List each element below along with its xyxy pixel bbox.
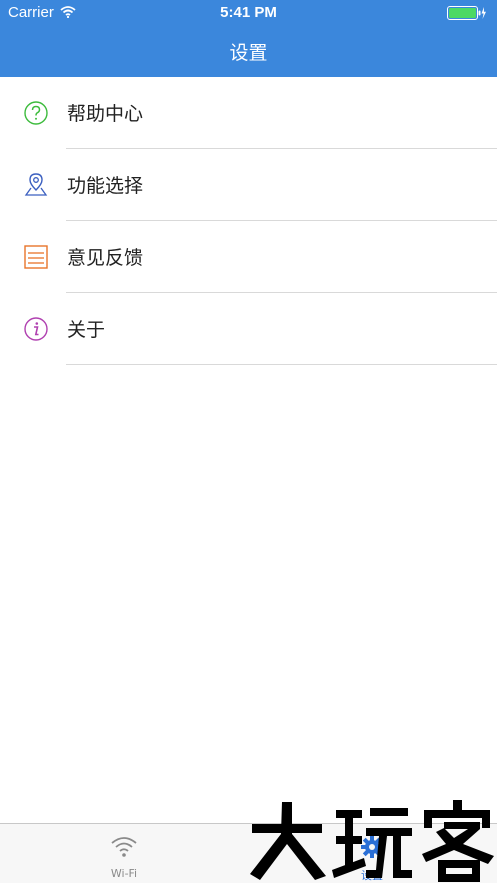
status-bar: Carrier 5:41 PM (0, 0, 497, 26)
menu-item-label: 意见反馈 (67, 247, 144, 269)
menu-item-about[interactable]: 关于 (0, 293, 497, 365)
info-icon (22, 315, 50, 343)
menu-item-label: 功能选择 (67, 175, 144, 197)
clock: 5:41 PM (220, 4, 277, 21)
tab-wifi[interactable]: Wi-Fi (0, 824, 248, 883)
wifi-icon (110, 834, 138, 860)
help-question-icon (22, 99, 50, 127)
tab-label: 设置 (361, 869, 383, 882)
tab-label: Wi-Fi (110, 867, 138, 880)
location-pin-icon (22, 171, 50, 199)
menu-item-feature-select[interactable]: 功能选择 (0, 149, 497, 221)
menu-item-label: 帮助中心 (67, 103, 144, 125)
navigation-bar: 设置 (0, 26, 497, 77)
menu-item-feedback[interactable]: 意见反馈 (0, 221, 497, 293)
tab-settings[interactable]: 设置 (248, 824, 496, 883)
gear-icon (358, 834, 386, 860)
menu-item-help-center[interactable]: 帮助中心 (0, 77, 497, 149)
tab-bar: Wi-Fi 设置 (0, 823, 497, 883)
battery-icon (447, 6, 487, 24)
page-title: 设置 (229, 42, 268, 64)
divider (66, 364, 497, 365)
settings-menu: 帮助中心 功能选择 意见反馈 关于 (0, 77, 497, 365)
menu-item-label: 关于 (67, 319, 106, 341)
feedback-list-icon (22, 243, 50, 271)
